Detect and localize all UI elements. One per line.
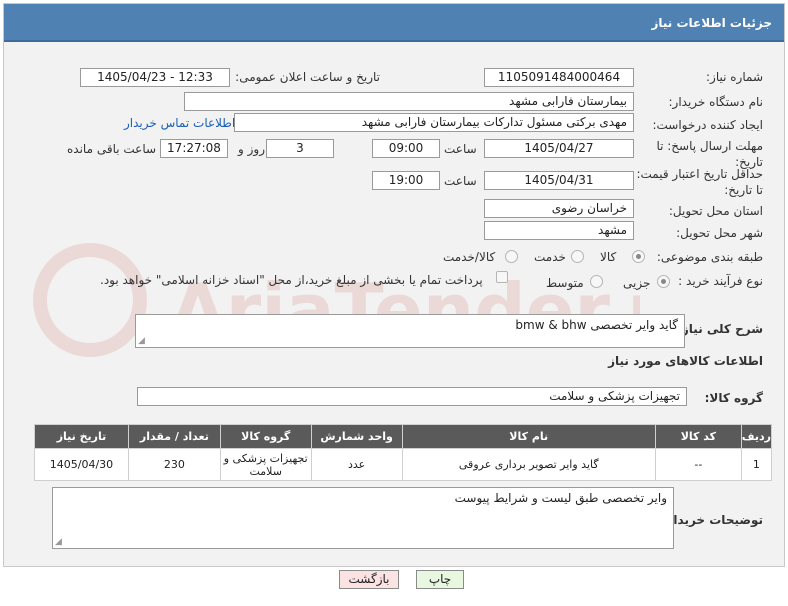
category-option-goods-service: کالا/خدمت	[443, 250, 496, 264]
table-row: 1 -- گاید وایر تصویر برداری عروقی عدد تج…	[34, 448, 773, 481]
need-number-field: 1105091484000464	[484, 68, 634, 87]
cell-goods-name: گاید وایر تصویر برداری عروقی	[401, 448, 656, 481]
goods-info-title: اطلاعات کالاهای مورد نیاز	[608, 354, 763, 368]
table-header-row: ردیف کد کالا نام کالا واحد شمارش گروه کا…	[34, 424, 773, 449]
announce-label: تاریخ و ساعت اعلان عمومی:	[235, 70, 380, 84]
remaining-label: ساعت باقی مانده	[67, 142, 157, 156]
goods-group-field: تجهیزات پزشکی و سلامت	[137, 387, 687, 406]
creator-label: ایجاد کننده درخواست:	[652, 118, 763, 132]
cell-unit: عدد	[310, 448, 403, 481]
province-label: استان محل تحویل:	[668, 204, 763, 218]
buyer-org-label: نام دستگاه خریدار:	[668, 95, 764, 109]
province-field: خراسان رضوی	[484, 199, 634, 218]
cell-need-date: 1405/04/30	[34, 448, 129, 481]
buyer-notes-textarea[interactable]: وایر تخصصی طبق لیست و شرایط پیوست ◢	[52, 487, 674, 549]
price-time-label: ساعت	[444, 174, 477, 188]
buyer-org-field: بیمارستان فارابی مشهد	[184, 92, 634, 111]
category-radio-goods-service[interactable]	[505, 250, 518, 263]
cell-quantity: 230	[127, 448, 221, 481]
process-option-minor: جزیی	[623, 276, 651, 290]
treasury-payment-note: پرداخت تمام یا بخشی از مبلغ خرید،از محل …	[100, 273, 483, 287]
category-radio-goods[interactable]	[632, 250, 645, 263]
category-option-service: خدمت	[534, 250, 566, 264]
days-field: 3	[266, 139, 334, 158]
col-goods-code: کد کالا	[654, 424, 742, 449]
goods-table: ردیف کد کالا نام کالا واحد شمارش گروه کا…	[34, 424, 773, 481]
city-label: شهر محل تحویل:	[676, 226, 763, 240]
cell-goods-group: تجهیزات پزشکی و سلامت	[219, 448, 312, 481]
print-button[interactable]: چاپ	[416, 570, 464, 589]
col-goods-group: گروه کالا	[219, 424, 312, 449]
panel-title: جزئیات اطلاعات نیاز	[651, 16, 772, 30]
col-unit: واحد شمارش	[310, 424, 403, 449]
description-text: گاید وایر تخصصی bmw & bhw	[515, 318, 678, 332]
col-goods-name: نام کالا	[401, 424, 656, 449]
resize-grip-icon[interactable]: ◢	[138, 337, 145, 346]
panel-header: جزئیات اطلاعات نیاز	[4, 4, 784, 42]
city-field: مشهد	[484, 221, 634, 240]
price-date-field: 1405/04/31	[484, 171, 634, 190]
cell-row-number: 1	[740, 448, 773, 481]
buyer-notes-text: وایر تخصصی طبق لیست و شرایط پیوست	[454, 491, 667, 505]
description-textarea[interactable]: گاید وایر تخصصی bmw & bhw ◢	[135, 314, 685, 348]
process-radio-medium[interactable]	[590, 275, 603, 288]
reply-date-field: 1405/04/27	[484, 139, 634, 158]
announce-field: 1405/04/23 - 12:33	[80, 68, 230, 87]
col-need-date: تاریخ نیاز	[34, 424, 129, 449]
days-label: روز و	[238, 142, 265, 156]
price-deadline-label: حداقل تاریخ اعتبار قیمت: تا تاریخ:	[636, 167, 763, 197]
need-number-label: شماره نیاز:	[706, 70, 763, 84]
category-option-goods: کالا	[600, 250, 617, 264]
buyer-notes-label: توضیحات خریدار:	[661, 513, 763, 527]
treasury-payment-checkbox[interactable]	[496, 271, 508, 283]
resize-grip-icon[interactable]: ◢	[55, 538, 62, 547]
buyer-contact-link[interactable]: اطلاعات تماس خریدار	[124, 116, 235, 130]
cell-goods-code: --	[654, 448, 742, 481]
description-label: شرح کلی نیاز:	[677, 322, 763, 336]
back-button[interactable]: بازگشت	[339, 570, 399, 589]
category-label: طبقه بندی موضوعی:	[656, 250, 763, 264]
price-time-field: 19:00	[372, 171, 440, 190]
goods-group-label: گروه کالا:	[704, 391, 763, 405]
col-quantity: تعداد / مقدار	[127, 424, 221, 449]
reply-time-field: 09:00	[372, 139, 440, 158]
remaining-time-field: 17:27:08	[160, 139, 228, 158]
reply-time-label: ساعت	[444, 142, 477, 156]
process-label: نوع فرآیند خرید :	[678, 274, 763, 288]
creator-field: مهدی برکتی مسئول تدارکات بیمارستان فاراب…	[234, 113, 634, 132]
process-radio-minor[interactable]	[657, 275, 670, 288]
category-radio-service[interactable]	[571, 250, 584, 263]
col-row-number: ردیف	[740, 424, 773, 449]
process-option-medium: متوسط	[546, 276, 584, 290]
